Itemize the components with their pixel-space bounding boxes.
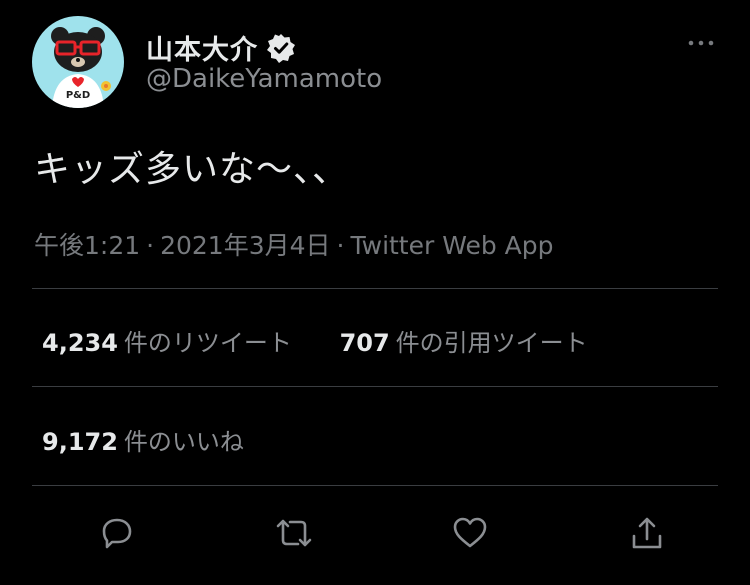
quotes-label: 件の引用ツイート bbox=[395, 329, 588, 357]
retweets-count: 4,234 bbox=[42, 329, 118, 357]
quotes-count: 707 bbox=[339, 329, 390, 357]
divider bbox=[32, 288, 718, 289]
heart-icon bbox=[454, 517, 487, 548]
quotes-stat[interactable]: 707 件の引用ツイート bbox=[340, 323, 588, 358]
avatar-image: P&D bbox=[32, 16, 124, 108]
stats-row-retweets: 4,234 件のリツイート 707 件の引用ツイート bbox=[42, 323, 588, 358]
divider bbox=[32, 386, 718, 387]
retweet-button[interactable] bbox=[259, 505, 329, 561]
share-icon bbox=[632, 517, 662, 549]
likes-stat[interactable]: 9,172 件のいいね bbox=[42, 422, 244, 457]
likes-label: 件のいいね bbox=[123, 428, 244, 456]
retweet-icon bbox=[276, 519, 311, 547]
like-button[interactable] bbox=[435, 505, 505, 561]
share-button[interactable] bbox=[612, 505, 682, 561]
meta-separator: · bbox=[146, 231, 155, 260]
author-handle[interactable]: @DaikeYamamoto bbox=[146, 64, 382, 94]
stats-row-likes: 9,172 件のいいね bbox=[42, 422, 244, 457]
avatar[interactable]: P&D bbox=[32, 16, 124, 108]
meta-separator: · bbox=[336, 231, 345, 260]
likes-count: 9,172 bbox=[42, 428, 118, 456]
divider bbox=[32, 485, 718, 486]
verified-badge-icon bbox=[267, 33, 295, 63]
reply-icon bbox=[102, 518, 132, 549]
action-bar bbox=[82, 505, 682, 561]
avatar-shirt-text: P&D bbox=[66, 90, 90, 101]
tweet-time[interactable]: 午後1:21 bbox=[34, 231, 140, 260]
more-dots-icon[interactable] bbox=[686, 28, 716, 58]
reply-button[interactable] bbox=[82, 505, 152, 561]
author-name[interactable]: 山本大介 bbox=[146, 28, 258, 67]
tweet-date[interactable]: 2021年3月4日 bbox=[160, 231, 330, 260]
author-name-row[interactable]: 山本大介 bbox=[146, 28, 296, 67]
tweet-text: キッズ多いな〜、、 bbox=[34, 149, 350, 190]
retweets-label: 件のリツイート bbox=[123, 329, 292, 357]
tweet-meta: 午後1:21 · 2021年3月4日 · Twitter Web App bbox=[34, 226, 554, 262]
tweet-client[interactable]: Twitter Web App bbox=[350, 231, 553, 260]
retweets-stat[interactable]: 4,234 件のリツイート bbox=[42, 323, 292, 358]
